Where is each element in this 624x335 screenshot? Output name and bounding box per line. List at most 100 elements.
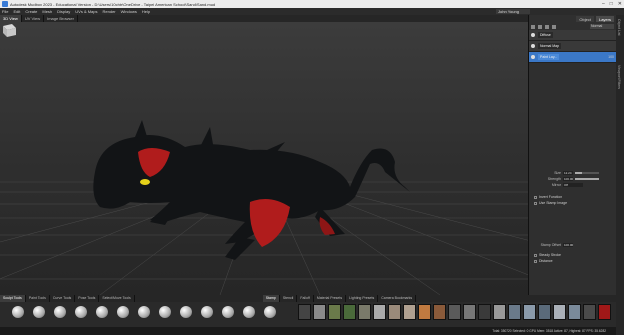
- menu-display[interactable]: Display: [57, 9, 70, 14]
- stamp-thumbnail[interactable]: [478, 304, 491, 320]
- stamp-thumbnail[interactable]: [328, 304, 341, 320]
- menu-create[interactable]: Create: [25, 9, 37, 14]
- tab-lighting-presets[interactable]: Lighting Presets: [346, 295, 379, 302]
- flatten-tool-icon[interactable]: [96, 306, 108, 318]
- visibility-icon[interactable]: [531, 33, 535, 37]
- menu-file[interactable]: File: [2, 9, 8, 14]
- tab-image-browser[interactable]: Image Browser: [44, 15, 78, 22]
- sculpt-tool-icon[interactable]: [12, 306, 24, 318]
- size-field[interactable]: 12.24: [563, 171, 573, 175]
- stamp-thumbnail[interactable]: [388, 304, 401, 320]
- tab-stencil[interactable]: Stencil: [280, 295, 298, 302]
- imprint-tool-icon[interactable]: [180, 306, 192, 318]
- tab-uv-view[interactable]: UV View: [22, 15, 45, 22]
- title-bar: Autodesk Mudbox 2023 - Educational Versi…: [0, 0, 624, 8]
- user-account-menu[interactable]: John Young: [496, 9, 530, 14]
- menu-help[interactable]: Help: [142, 9, 150, 14]
- stamp-off-icon[interactable]: [298, 304, 311, 320]
- pinch-tool-icon[interactable]: [75, 306, 87, 318]
- tab-falloff[interactable]: Falloff: [297, 295, 314, 302]
- tab-select-move-tools[interactable]: Select/Move Tools: [99, 295, 135, 302]
- maximize-button[interactable]: □: [610, 1, 613, 7]
- duplicate-layer-icon[interactable]: [545, 24, 549, 29]
- tab-stamp[interactable]: Stamp: [262, 295, 280, 302]
- checkbox-box[interactable]: [534, 259, 537, 263]
- tab-paint-tools[interactable]: Paint Tools: [26, 295, 50, 302]
- stamp-thumbnail[interactable]: [373, 304, 386, 320]
- checkbox-box[interactable]: [534, 195, 537, 199]
- tab-layers[interactable]: Layers: [595, 16, 614, 22]
- stamp-thumbnail[interactable]: [343, 304, 356, 320]
- fill-tool-icon[interactable]: [243, 306, 255, 318]
- layer-row-selected[interactable]: Paint Lay... 100: [529, 52, 616, 63]
- mirror-select[interactable]: Off: [563, 183, 583, 187]
- tab-sculpt-tools[interactable]: Sculpt Tools: [0, 295, 26, 302]
- tab-object[interactable]: Object: [576, 16, 594, 22]
- window-title: Autodesk Mudbox 2023 - Educational Versi…: [10, 1, 216, 7]
- visibility-icon[interactable]: [531, 44, 535, 48]
- foamy-tool-icon[interactable]: [117, 306, 129, 318]
- viewport-scene: [0, 120, 528, 295]
- layer-opacity[interactable]: 100: [608, 55, 614, 59]
- channel-select[interactable]: Normal: [590, 24, 614, 29]
- layer-row[interactable]: Normal Map: [529, 41, 616, 52]
- 3d-viewport[interactable]: [0, 22, 528, 295]
- checkbox-box[interactable]: [534, 201, 537, 205]
- tab-3d-view[interactable]: 3D View: [0, 15, 22, 22]
- layers-toolbar: Normal: [529, 23, 616, 30]
- menu-render[interactable]: Render: [103, 9, 116, 14]
- window-controls: – □ ✕: [602, 1, 622, 7]
- tab-camera-bookmarks[interactable]: Camera Bookmarks: [378, 295, 417, 302]
- stamp-thumbnail[interactable]: [568, 304, 581, 320]
- visibility-icon[interactable]: [531, 55, 535, 59]
- stamp-thumbnail[interactable]: [403, 304, 416, 320]
- layer-row[interactable]: Diffuse: [529, 30, 616, 41]
- stamp-thumbnail[interactable]: [508, 304, 521, 320]
- size-slider[interactable]: [575, 172, 599, 174]
- tab-material-presets[interactable]: Material Presets: [314, 295, 347, 302]
- stamp-thumbnail[interactable]: [583, 304, 596, 320]
- menu-edit[interactable]: Edit: [13, 9, 20, 14]
- repeat-tool-icon[interactable]: [159, 306, 171, 318]
- strength-field[interactable]: 100.00: [563, 177, 573, 181]
- distance-checkbox[interactable]: Distance: [531, 258, 613, 264]
- stamp-thumbnail[interactable]: [493, 304, 506, 320]
- stamp-thumbnail[interactable]: [538, 304, 551, 320]
- tab-pose-tools[interactable]: Pose Tools: [75, 295, 100, 302]
- stamp-thumbnail[interactable]: [523, 304, 536, 320]
- spray-tool-icon[interactable]: [138, 306, 150, 318]
- stamp-thumbnail[interactable]: [433, 304, 446, 320]
- stamp-offset-field[interactable]: 100.00: [563, 243, 573, 247]
- wax-tool-icon[interactable]: [201, 306, 213, 318]
- knife-tool-icon[interactable]: [264, 306, 276, 318]
- menu-windows[interactable]: Windows: [121, 9, 137, 14]
- smooth-tool-icon[interactable]: [33, 306, 45, 318]
- checkbox-box[interactable]: [534, 253, 537, 257]
- stamp-thumbnail[interactable]: [598, 304, 611, 320]
- stamp-thumbnail[interactable]: [448, 304, 461, 320]
- tab-curve-tools[interactable]: Curve Tools: [50, 295, 76, 302]
- minimize-button[interactable]: –: [602, 1, 605, 7]
- tab-viewport-filters[interactable]: Viewport Filters: [617, 65, 621, 89]
- scrape-tool-icon[interactable]: [222, 306, 234, 318]
- stamp-thumbnail[interactable]: [313, 304, 326, 320]
- layer-options-icon[interactable]: [538, 24, 542, 29]
- stamp-thumbnail[interactable]: [418, 304, 431, 320]
- delete-layer-icon[interactable]: [552, 24, 556, 29]
- tab-object-list[interactable]: Object List: [617, 19, 621, 36]
- menu-uvs-maps[interactable]: UVs & Maps: [75, 9, 97, 14]
- strength-slider[interactable]: [575, 178, 599, 180]
- stamp-thumbnail[interactable]: [463, 304, 476, 320]
- checkbox-label: Use Stamp Image: [539, 201, 568, 205]
- checkbox-label: Steady Stroke: [539, 253, 561, 257]
- property-label: Mirror: [551, 183, 561, 187]
- layer-name: Paint Lay...: [538, 54, 560, 60]
- close-button[interactable]: ✕: [618, 1, 622, 7]
- new-layer-icon[interactable]: [531, 24, 535, 29]
- viewcube-icon[interactable]: [0, 22, 18, 38]
- tray-tabs: Sculpt Tools Paint Tools Curve Tools Pos…: [0, 295, 616, 302]
- grab-tool-icon[interactable]: [54, 306, 66, 318]
- menu-mesh[interactable]: Mesh: [42, 9, 52, 14]
- stamp-thumbnail[interactable]: [553, 304, 566, 320]
- stamp-thumbnail[interactable]: [358, 304, 371, 320]
